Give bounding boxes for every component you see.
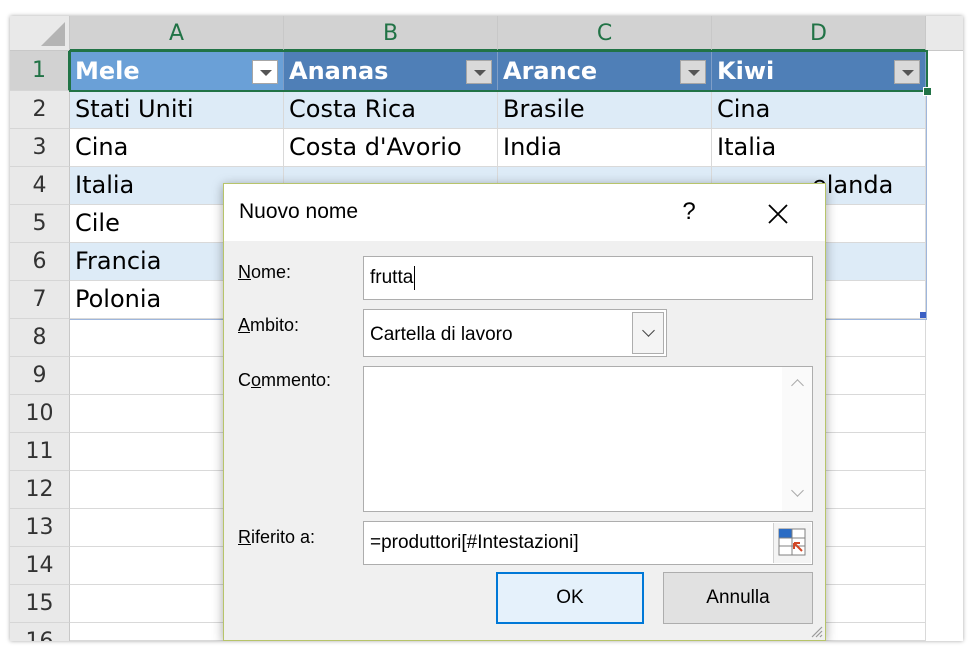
row-header-7[interactable]: 7 — [10, 281, 70, 319]
select-all-corner[interactable] — [10, 16, 70, 51]
row-header-10[interactable]: 10 — [10, 395, 70, 433]
help-button[interactable]: ? — [676, 192, 702, 232]
row-header-1[interactable]: 1 — [10, 51, 70, 91]
refers-to-input[interactable]: =produttori[#Intestazioni] — [363, 521, 813, 565]
scope-select[interactable]: Cartella di lavoro — [363, 309, 667, 357]
row-header-15[interactable]: 15 — [10, 585, 70, 623]
close-button[interactable] — [760, 192, 796, 232]
new-name-dialog: Nuovo nome ? Nome: frutta Ambito: Cartel… — [223, 183, 826, 641]
row-header-2[interactable]: 2 — [10, 91, 70, 129]
column-header-e[interactable] — [926, 16, 963, 51]
row-header-8[interactable]: 8 — [10, 319, 70, 357]
comment-label: Commento: — [238, 370, 332, 390]
column-header-d[interactable]: D — [712, 16, 926, 51]
refers-to-label: Riferito a: — [238, 527, 316, 547]
chevron-down-icon[interactable] — [632, 312, 664, 354]
range-picker-icon — [778, 528, 806, 556]
comment-scrollbar[interactable] — [782, 367, 812, 511]
row-header-11[interactable]: 11 — [10, 433, 70, 471]
ok-button[interactable]: OK — [496, 572, 644, 624]
row-header-3[interactable]: 3 — [10, 129, 70, 167]
fill-handle[interactable] — [923, 87, 932, 96]
name-label: Nome: — [238, 262, 292, 282]
row-header-13[interactable]: 13 — [10, 509, 70, 547]
row-header-9[interactable]: 9 — [10, 357, 70, 395]
column-header-a[interactable]: A — [70, 16, 284, 51]
comment-textarea[interactable] — [363, 366, 813, 512]
row-header-5[interactable]: 5 — [10, 205, 70, 243]
scope-label: Ambito: — [238, 315, 300, 335]
row-header-4[interactable]: 4 — [10, 167, 70, 205]
column-header-c[interactable]: C — [498, 16, 712, 51]
dialog-titlebar[interactable]: Nuovo nome ? — [224, 184, 825, 241]
row-header-12[interactable]: 12 — [10, 471, 70, 509]
range-picker-button[interactable] — [773, 523, 811, 563]
row-header-16[interactable]: 16 — [10, 623, 70, 641]
dialog-title: Nuovo nome — [239, 200, 359, 223]
name-input[interactable]: frutta — [363, 256, 813, 300]
table-resize-handle[interactable] — [920, 312, 926, 318]
scroll-down-icon[interactable] — [791, 484, 804, 497]
close-icon — [768, 203, 788, 224]
scroll-up-icon[interactable] — [791, 379, 804, 392]
column-header-b[interactable]: B — [284, 16, 498, 51]
cancel-button[interactable]: Annulla — [663, 572, 813, 624]
row-header-6[interactable]: 6 — [10, 243, 70, 281]
resize-grip-icon[interactable] — [807, 622, 823, 638]
excel-window: A B C D 1 2 3 4 5 6 7 8 9 10 11 12 13 14… — [10, 16, 963, 641]
row-header-14[interactable]: 14 — [10, 547, 70, 585]
